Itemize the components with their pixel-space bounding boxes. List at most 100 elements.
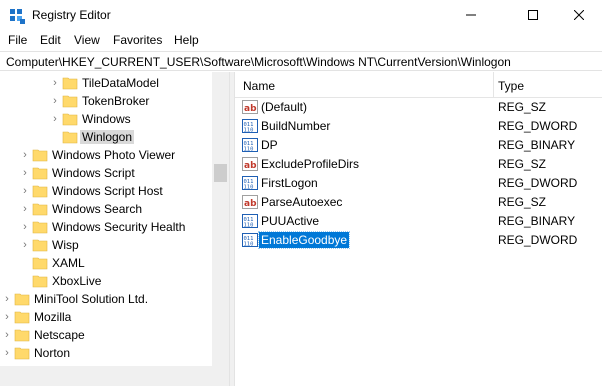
svg-text:ab: ab bbox=[244, 104, 257, 114]
tree-item-label[interactable]: XboxLive bbox=[50, 274, 103, 288]
binary-value-icon: 011 110 bbox=[242, 118, 258, 134]
tree-item-label[interactable]: Wisp bbox=[50, 238, 81, 252]
tree-item[interactable]: › TileDataModel bbox=[0, 74, 215, 92]
value-type: REG_DWORD bbox=[498, 233, 578, 247]
column-header-type[interactable]: Type bbox=[498, 79, 524, 93]
address-path[interactable]: Computer\HKEY_CURRENT_USER\Software\Micr… bbox=[6, 55, 511, 69]
value-row[interactable]: 011 110 PUUActive REG_BINARY bbox=[235, 212, 602, 230]
expand-chevron-icon[interactable] bbox=[20, 257, 30, 269]
tree-item[interactable]: › Netscape bbox=[0, 326, 215, 344]
menu-bar: File Edit View Favorites Help bbox=[0, 30, 602, 50]
window-title: Registry Editor bbox=[32, 8, 111, 22]
value-type: REG_BINARY bbox=[498, 138, 576, 152]
folder-icon bbox=[62, 93, 78, 108]
value-name[interactable]: DP bbox=[259, 137, 280, 153]
tree-item-label[interactable]: Netscape bbox=[32, 328, 87, 342]
value-row[interactable]: ab ExcludeProfileDirs REG_SZ bbox=[235, 155, 602, 173]
value-row[interactable]: 011 110 EnableGoodbye REG_DWORD bbox=[235, 231, 602, 249]
tree-item-label[interactable]: Windows Script Host bbox=[50, 184, 165, 198]
tree-item[interactable]: › Windows bbox=[0, 110, 215, 128]
value-row[interactable]: 011 110 DP REG_BINARY bbox=[235, 136, 602, 154]
minimize-button[interactable] bbox=[448, 0, 494, 30]
value-name[interactable]: (Default) bbox=[259, 99, 309, 115]
maximize-button[interactable] bbox=[510, 0, 556, 30]
expand-chevron-icon[interactable] bbox=[50, 131, 60, 143]
value-type: REG_DWORD bbox=[498, 176, 578, 190]
tree-item[interactable]: › Mozilla bbox=[0, 308, 215, 326]
menu-favorites[interactable]: Favorites bbox=[113, 33, 162, 47]
tree-item[interactable]: Winlogon bbox=[0, 128, 215, 146]
tree-item[interactable]: › Windows Photo Viewer bbox=[0, 146, 215, 164]
value-name[interactable]: BuildNumber bbox=[259, 118, 332, 134]
tree-item-label[interactable]: Windows Photo Viewer bbox=[50, 148, 177, 162]
tree-vertical-scrollbar[interactable] bbox=[212, 72, 229, 366]
tree-item-label[interactable]: Norton bbox=[32, 346, 72, 360]
tree-item-label[interactable]: Mozilla bbox=[32, 310, 73, 324]
menu-file[interactable]: File bbox=[8, 33, 27, 47]
value-row[interactable]: ab ParseAutoexec REG_SZ bbox=[235, 193, 602, 211]
tree-item[interactable]: › Wisp bbox=[0, 236, 215, 254]
value-name[interactable]: EnableGoodbye bbox=[257, 231, 351, 249]
expand-chevron-icon[interactable]: › bbox=[2, 347, 12, 359]
expand-chevron-icon[interactable]: › bbox=[50, 113, 60, 125]
tree-item-label[interactable]: TokenBroker bbox=[80, 94, 151, 108]
expand-chevron-icon[interactable]: › bbox=[20, 149, 30, 161]
tree-item[interactable]: XAML bbox=[0, 254, 215, 272]
tree-scroll-thumb[interactable] bbox=[214, 164, 227, 182]
expand-chevron-icon[interactable]: › bbox=[50, 95, 60, 107]
value-name[interactable]: FirstLogon bbox=[259, 175, 320, 191]
binary-value-icon: 011 110 bbox=[242, 137, 258, 153]
tree-horizontal-scrollbar[interactable] bbox=[0, 366, 229, 386]
expand-chevron-icon[interactable]: › bbox=[2, 311, 12, 323]
value-name[interactable]: PUUActive bbox=[259, 213, 321, 229]
minimize-icon bbox=[466, 14, 476, 16]
value-name[interactable]: ExcludeProfileDirs bbox=[259, 156, 361, 172]
expand-chevron-icon[interactable]: › bbox=[20, 221, 30, 233]
menu-help[interactable]: Help bbox=[174, 33, 199, 47]
folder-icon bbox=[32, 147, 48, 162]
tree-item[interactable]: › MiniTool Solution Ltd. bbox=[0, 290, 215, 308]
menu-edit[interactable]: Edit bbox=[40, 33, 61, 47]
tree-item[interactable]: › TokenBroker bbox=[0, 92, 215, 110]
expand-chevron-icon[interactable]: › bbox=[2, 329, 12, 341]
column-separator[interactable] bbox=[493, 72, 494, 98]
menu-view[interactable]: View bbox=[74, 33, 100, 47]
svg-text:ab: ab bbox=[244, 161, 257, 171]
tree-item-label[interactable]: TileDataModel bbox=[80, 76, 161, 90]
column-header-name[interactable]: Name bbox=[243, 79, 275, 93]
tree-item[interactable]: › Windows Script bbox=[0, 164, 215, 182]
address-bar[interactable]: Computer\HKEY_CURRENT_USER\Software\Micr… bbox=[0, 51, 602, 71]
value-type: REG_BINARY bbox=[498, 214, 576, 228]
svg-text:ab: ab bbox=[244, 199, 257, 209]
tree-item-label[interactable]: XAML bbox=[50, 256, 87, 270]
value-row[interactable]: 011 110 BuildNumber REG_DWORD bbox=[235, 117, 602, 135]
expand-chevron-icon[interactable]: › bbox=[2, 293, 12, 305]
tree-item-label[interactable]: Windows Script bbox=[50, 166, 137, 180]
tree-item[interactable]: › Norton bbox=[0, 344, 215, 362]
value-row[interactable]: ab (Default) REG_SZ bbox=[235, 98, 602, 116]
tree-item[interactable]: › Windows Security Health bbox=[0, 218, 215, 236]
tree-item-label[interactable]: Windows bbox=[80, 112, 133, 126]
expand-chevron-icon[interactable]: › bbox=[20, 167, 30, 179]
tree-item-label[interactable]: Windows Security Health bbox=[50, 220, 187, 234]
value-row[interactable]: 011 110 FirstLogon REG_DWORD bbox=[235, 174, 602, 192]
binary-value-icon: 011 110 bbox=[242, 213, 258, 229]
values-list: Name Type ab (Default) REG_SZ 011 110 BuildNu… bbox=[235, 72, 602, 386]
expand-chevron-icon[interactable]: › bbox=[20, 185, 30, 197]
close-button[interactable] bbox=[556, 0, 602, 30]
expand-chevron-icon[interactable]: › bbox=[20, 239, 30, 251]
svg-text:110: 110 bbox=[244, 185, 254, 191]
folder-icon bbox=[14, 309, 30, 324]
value-name[interactable]: ParseAutoexec bbox=[259, 194, 344, 210]
folder-icon bbox=[32, 165, 48, 180]
expand-chevron-icon[interactable]: › bbox=[20, 203, 30, 215]
expand-chevron-icon[interactable]: › bbox=[50, 77, 60, 89]
tree-item[interactable]: › Windows Search bbox=[0, 200, 215, 218]
folder-icon bbox=[32, 273, 48, 288]
tree-item[interactable]: › Windows Script Host bbox=[0, 182, 215, 200]
expand-chevron-icon[interactable] bbox=[20, 275, 30, 287]
tree-item-label[interactable]: Windows Search bbox=[50, 202, 144, 216]
tree-item-label[interactable]: MiniTool Solution Ltd. bbox=[32, 292, 150, 306]
tree-item[interactable]: XboxLive bbox=[0, 272, 215, 290]
tree-item-label[interactable]: Winlogon bbox=[80, 130, 135, 144]
